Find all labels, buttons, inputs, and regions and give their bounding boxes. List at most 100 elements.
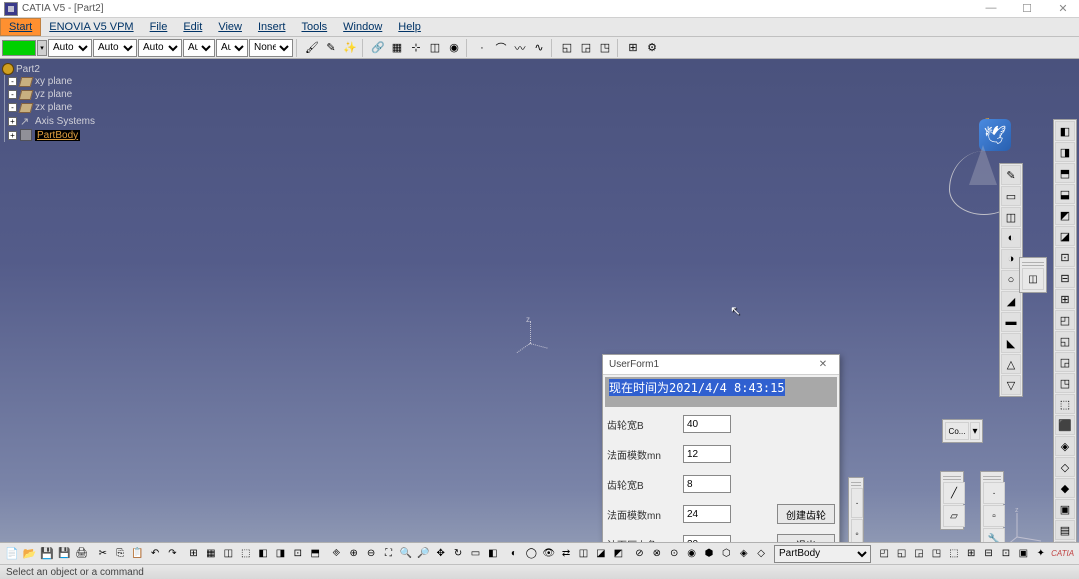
control-icon[interactable]: ⚙ — [643, 39, 661, 57]
tool-m-icon[interactable]: ◳ — [1055, 373, 1075, 393]
btn-45[interactable]: ⬚ — [946, 545, 962, 563]
point-icon[interactable]: · — [473, 39, 491, 57]
constraint-label[interactable]: Co... — [945, 422, 969, 440]
btn-33[interactable]: ⊘ — [631, 545, 647, 563]
normal-module-mn-input[interactable] — [683, 445, 731, 463]
tool-n-icon[interactable]: ⬚ — [1055, 394, 1075, 414]
save-all-icon[interactable]: 💾 — [56, 545, 72, 563]
normal-module-mn2-input[interactable] — [683, 505, 731, 523]
start-menu[interactable]: Start — [0, 18, 41, 36]
palette-constraint[interactable]: Co... ▾ — [942, 419, 983, 443]
expand-icon[interactable]: + — [8, 117, 17, 126]
palette-point-icon[interactable]: · — [983, 482, 1005, 504]
menu-edit[interactable]: Edit — [175, 18, 210, 36]
menu-view[interactable]: View — [210, 18, 250, 36]
btn-13[interactable]: ⬚ — [237, 545, 253, 563]
cube2-icon[interactable]: ◲ — [577, 39, 595, 57]
tool-p-icon[interactable]: ◈ — [1055, 436, 1075, 456]
normal-view-icon[interactable]: ▭ — [467, 545, 483, 563]
stiffener-icon[interactable]: ◣ — [1001, 333, 1021, 353]
print-icon[interactable] — [74, 545, 90, 563]
pan-icon[interactable]: ✥ — [432, 545, 448, 563]
link-icon[interactable]: 🔗 — [369, 39, 387, 57]
tree-item-partbody[interactable]: + PartBody — [8, 128, 95, 142]
menu-tools[interactable]: Tools — [293, 18, 335, 36]
groove-icon[interactable]: ◑ — [1001, 249, 1021, 269]
btn-42[interactable]: ◱ — [893, 545, 909, 563]
render-icon[interactable]: ◉ — [445, 39, 463, 57]
wand-icon[interactable]: ✨ — [341, 39, 359, 57]
menu-file[interactable]: File — [142, 18, 176, 36]
palette-grip[interactable] — [851, 480, 861, 486]
minimize-button[interactable]: — — [979, 2, 1003, 15]
shell-icon[interactable]: ◫ — [1022, 268, 1044, 290]
btn-39[interactable]: ◈ — [736, 545, 752, 563]
close-button[interactable]: ✕ — [1051, 2, 1075, 15]
select-2[interactable]: Auto — [93, 39, 137, 57]
tool-a-icon[interactable]: ◧ — [1055, 121, 1075, 141]
palette-grip[interactable] — [1022, 260, 1044, 266]
open-icon[interactable] — [21, 545, 37, 563]
btn-17[interactable]: ⬒ — [307, 545, 323, 563]
btn-49[interactable]: ▣ — [1015, 545, 1031, 563]
expand-icon[interactable]: - — [8, 77, 17, 86]
palette-line-icon[interactable]: ╱ — [943, 482, 965, 504]
create-gear-button[interactable]: 创建齿轮 — [777, 504, 835, 524]
pocket-icon[interactable]: ◫ — [1001, 207, 1021, 227]
dialog-close-button[interactable]: ✕ — [813, 359, 833, 370]
menu-help[interactable]: Help — [390, 18, 429, 36]
tool-d-icon[interactable]: ⬓ — [1055, 184, 1075, 204]
arc-icon[interactable]: ⌒ — [492, 39, 510, 57]
btn-18[interactable]: 🞜 — [328, 545, 344, 563]
btn-31[interactable]: ◪ — [593, 545, 609, 563]
tree-item-xy-plane[interactable]: - xy plane — [8, 75, 95, 88]
palette-slim-2[interactable]: ╱ ▱ — [940, 471, 964, 530]
loft-icon[interactable]: △ — [1001, 354, 1021, 374]
btn-14[interactable]: ◧ — [255, 545, 271, 563]
brush-icon[interactable]: 🖌 — [303, 39, 321, 57]
palette-btn-a[interactable]: · — [851, 488, 863, 518]
zoom-in-icon[interactable]: 🔍 — [398, 545, 414, 563]
btn-41[interactable]: ◰ — [876, 545, 892, 563]
save-icon[interactable] — [39, 545, 55, 563]
btn-46[interactable]: ⊞ — [963, 545, 979, 563]
btn-40[interactable]: ◇ — [753, 545, 769, 563]
style-icon[interactable]: ◫ — [426, 39, 444, 57]
tool-i-icon[interactable]: ⊞ — [1055, 289, 1075, 309]
btn-16[interactable]: ⊡ — [290, 545, 306, 563]
redo-icon[interactable] — [164, 545, 180, 563]
tool-l-icon[interactable]: ◲ — [1055, 352, 1075, 372]
btn-32[interactable]: ◩ — [610, 545, 626, 563]
palette-plane-icon[interactable]: ▱ — [943, 505, 965, 527]
btn-36[interactable]: ◉ — [683, 545, 699, 563]
shade-icon[interactable]: ◐ — [506, 545, 522, 563]
btn-43[interactable]: ◲ — [911, 545, 927, 563]
dialog-titlebar[interactable]: UserForm1 ✕ — [603, 355, 839, 375]
table-icon[interactable]: ⊞ — [624, 39, 642, 57]
rib-icon[interactable]: ◢ — [1001, 291, 1021, 311]
palette-grip[interactable] — [943, 474, 961, 480]
btn-11[interactable]: ▦ — [203, 545, 219, 563]
hide-icon[interactable]: 👁 — [541, 545, 557, 563]
body-selector[interactable]: PartBody — [774, 545, 871, 563]
zoom-out-icon[interactable]: 🔎 — [415, 545, 431, 563]
tree-item-axis-systems[interactable]: + Axis Systems — [8, 114, 95, 128]
copy-icon[interactable] — [112, 545, 128, 563]
gear-width-b-input[interactable] — [683, 415, 731, 433]
btn-47[interactable]: ⊟ — [980, 545, 996, 563]
axes-icon[interactable]: ⊹ — [407, 39, 425, 57]
tool-r-icon[interactable]: ◆ — [1055, 478, 1075, 498]
btn-12[interactable]: ◫ — [220, 545, 236, 563]
swap-icon[interactable]: ⇄ — [558, 545, 574, 563]
select-4[interactable]: Aut — [183, 39, 215, 57]
pad-icon[interactable]: ▭ — [1001, 186, 1021, 206]
btn-37[interactable]: ⬢ — [701, 545, 717, 563]
shaft-icon[interactable]: ◐ — [1001, 228, 1021, 248]
expand-icon[interactable]: - — [8, 103, 17, 112]
select-3[interactable]: Auto — [138, 39, 182, 57]
btn-15[interactable]: ◨ — [272, 545, 288, 563]
btn-48[interactable]: ⊡ — [998, 545, 1014, 563]
new-icon[interactable] — [4, 545, 20, 563]
tree-item-zx-plane[interactable]: - zx plane — [8, 101, 95, 114]
cube3-icon[interactable]: ◳ — [596, 39, 614, 57]
